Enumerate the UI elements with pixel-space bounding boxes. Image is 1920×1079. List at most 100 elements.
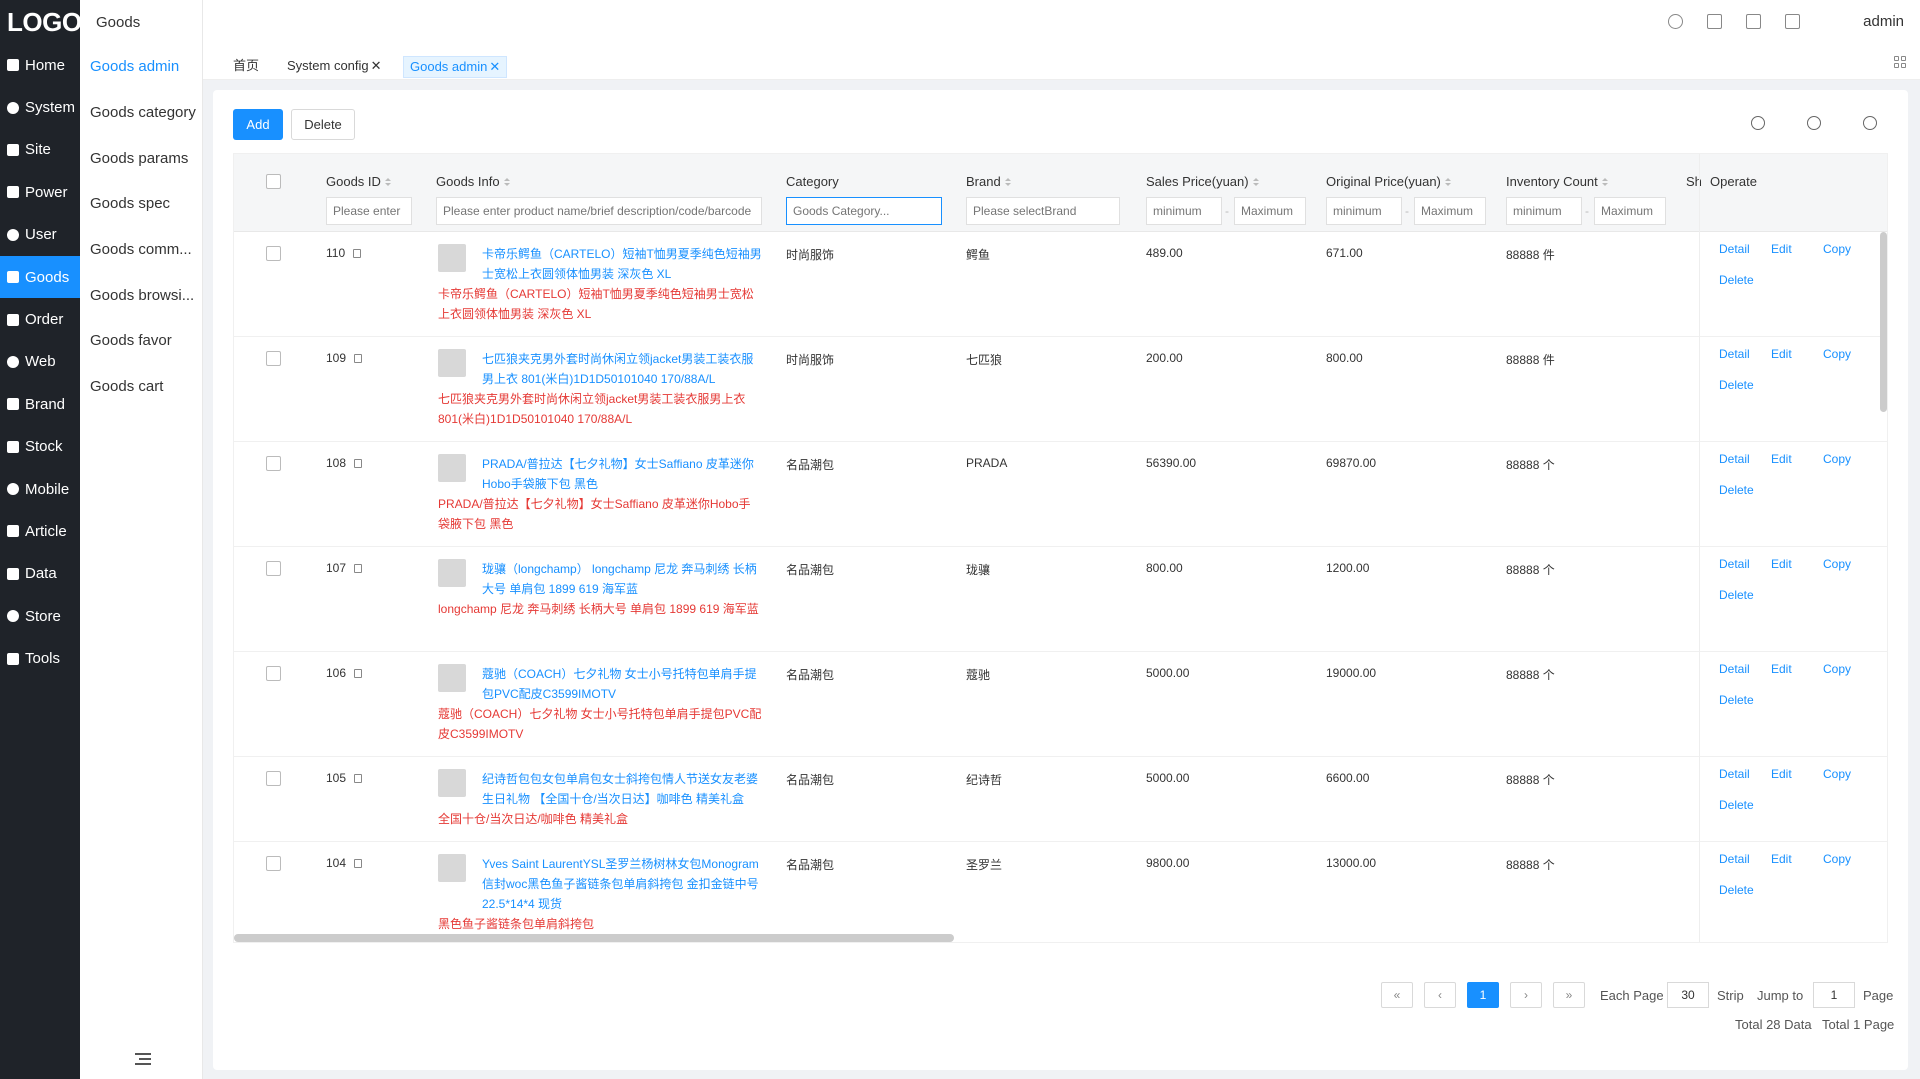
inventory-min-input[interactable] (1506, 197, 1582, 225)
row-delete-button[interactable]: Delete (1719, 883, 1754, 897)
horizontal-scrollbar[interactable] (234, 934, 954, 942)
clear-cache-icon[interactable] (1707, 14, 1722, 29)
edit-button[interactable]: Edit (1771, 452, 1792, 466)
nav-item-web[interactable]: Web (0, 341, 80, 383)
subnav-item[interactable]: Goods admin (80, 44, 202, 90)
fullscreen-icon[interactable] (1746, 14, 1761, 29)
search-icon[interactable] (1751, 116, 1765, 130)
prev-page-button[interactable]: ‹ (1424, 982, 1456, 1008)
goods-title-link[interactable]: 卡帝乐鳄鱼（CARTELO）短袖T恤男夏季纯色短袖男士宽松上衣圆领体恤男装 深灰… (482, 244, 762, 284)
row-delete-button[interactable]: Delete (1719, 483, 1754, 497)
inventory-max-input[interactable] (1594, 197, 1666, 225)
row-delete-button[interactable]: Delete (1719, 693, 1754, 707)
category-filter[interactable] (786, 197, 942, 225)
detail-button[interactable]: Detail (1719, 662, 1750, 676)
add-button[interactable]: Add (233, 109, 283, 140)
nav-item-site[interactable]: Site (0, 129, 80, 171)
nav-item-mobile[interactable]: Mobile (0, 468, 80, 510)
col-inventory[interactable]: Inventory Count (1506, 174, 1608, 189)
copy-button[interactable]: Copy (1823, 662, 1851, 676)
jump-page-input[interactable] (1813, 982, 1855, 1008)
tab-home[interactable]: 首页 (227, 56, 265, 78)
home-icon[interactable] (1785, 14, 1800, 29)
goods-title-link[interactable]: Yves Saint LaurentYSL圣罗兰杨树林女包Monogram信封w… (482, 854, 762, 914)
goods-title-link[interactable]: 七匹狼夹克男外套时尚休闲立领jacket男装工装衣服男上衣 801(米白)1D1… (482, 349, 762, 389)
tab-goods-admin[interactable]: Goods admin ✕ (403, 56, 508, 78)
copy-button[interactable]: Copy (1823, 852, 1851, 866)
copy-icon[interactable] (354, 669, 363, 679)
goods-title-link[interactable]: 珑骧（longchamp） longchamp 尼龙 奔马刺绣 长柄大号 单肩包… (482, 559, 762, 599)
nav-item-store[interactable]: Store (0, 595, 80, 637)
goods-title-link[interactable]: 纪诗哲包包女包单肩包女士斜挎包情人节送女友老婆生日礼物 【全国十仓/当次日达】咖… (482, 769, 762, 809)
subnav-item[interactable]: Goods comm... (80, 227, 202, 273)
vertical-scrollbar[interactable] (1880, 232, 1887, 412)
edit-button[interactable]: Edit (1771, 347, 1792, 361)
copy-button[interactable]: Copy (1823, 452, 1851, 466)
first-page-button[interactable]: « (1381, 982, 1413, 1008)
detail-button[interactable]: Detail (1719, 242, 1750, 256)
sales-max-input[interactable] (1234, 197, 1306, 225)
row-delete-button[interactable]: Delete (1719, 378, 1754, 392)
nav-item-home[interactable]: Home (0, 44, 80, 86)
refresh-icon[interactable] (1807, 116, 1821, 130)
row-checkbox[interactable] (266, 856, 281, 871)
sales-min-input[interactable] (1146, 197, 1222, 225)
nav-item-stock[interactable]: Stock (0, 426, 80, 468)
copy-button[interactable]: Copy (1823, 557, 1851, 571)
row-delete-button[interactable]: Delete (1719, 588, 1754, 602)
tab-system-config[interactable]: System config ✕ (281, 56, 388, 78)
nav-item-order[interactable]: Order (0, 298, 80, 340)
original-min-input[interactable] (1326, 197, 1402, 225)
col-brand[interactable]: Brand (966, 174, 1011, 189)
col-goods-info[interactable]: Goods Info (436, 174, 510, 189)
col-goods-id[interactable]: Goods ID (326, 174, 391, 189)
edit-button[interactable]: Edit (1771, 852, 1792, 866)
copy-button[interactable]: Copy (1823, 242, 1851, 256)
detail-button[interactable]: Detail (1719, 452, 1750, 466)
settings-icon[interactable] (1863, 116, 1877, 130)
row-checkbox[interactable] (266, 351, 281, 366)
copy-button[interactable]: Copy (1823, 767, 1851, 781)
theme-icon[interactable] (1668, 14, 1683, 29)
collapse-menu-icon[interactable] (135, 1053, 151, 1065)
nav-item-tools[interactable]: Tools (0, 637, 80, 679)
original-max-input[interactable] (1414, 197, 1486, 225)
subnav-item[interactable]: Goods params (80, 135, 202, 181)
subnav-item[interactable]: Goods spec (80, 181, 202, 227)
edit-button[interactable]: Edit (1771, 557, 1792, 571)
close-icon[interactable]: ✕ (489, 59, 500, 74)
row-checkbox[interactable] (266, 456, 281, 471)
edit-button[interactable]: Edit (1771, 662, 1792, 676)
nav-item-system[interactable]: System (0, 86, 80, 128)
col-sales-price[interactable]: Sales Price(yuan) (1146, 174, 1259, 189)
copy-icon[interactable] (354, 774, 363, 784)
goods-id-filter[interactable] (326, 197, 412, 225)
nav-item-brand[interactable]: Brand (0, 383, 80, 425)
row-delete-button[interactable]: Delete (1719, 273, 1754, 287)
copy-icon[interactable] (354, 859, 363, 869)
user-menu[interactable]: admin (1863, 13, 1904, 30)
edit-button[interactable]: Edit (1771, 767, 1792, 781)
next-page-button[interactable]: › (1510, 982, 1542, 1008)
page-size-input[interactable] (1667, 982, 1709, 1008)
nav-item-user[interactable]: User (0, 214, 80, 256)
subnav-item[interactable]: Goods cart (80, 364, 202, 410)
brand-filter[interactable] (966, 197, 1120, 225)
nav-item-power[interactable]: Power (0, 171, 80, 213)
subnav-item[interactable]: Goods browsi... (80, 272, 202, 318)
copy-button[interactable]: Copy (1823, 347, 1851, 361)
delete-button[interactable]: Delete (291, 109, 355, 140)
copy-icon[interactable] (354, 459, 363, 469)
nav-item-article[interactable]: Article (0, 510, 80, 552)
row-checkbox[interactable] (266, 561, 281, 576)
goods-info-filter[interactable] (436, 197, 762, 225)
detail-button[interactable]: Detail (1719, 347, 1750, 361)
copy-icon[interactable] (353, 249, 362, 259)
row-checkbox[interactable] (266, 771, 281, 786)
last-page-button[interactable]: » (1553, 982, 1585, 1008)
tabs-menu-icon[interactable] (1894, 56, 1906, 68)
close-icon[interactable]: ✕ (371, 58, 382, 73)
nav-item-data[interactable]: Data (0, 553, 80, 595)
copy-icon[interactable] (354, 564, 363, 574)
detail-button[interactable]: Detail (1719, 557, 1750, 571)
